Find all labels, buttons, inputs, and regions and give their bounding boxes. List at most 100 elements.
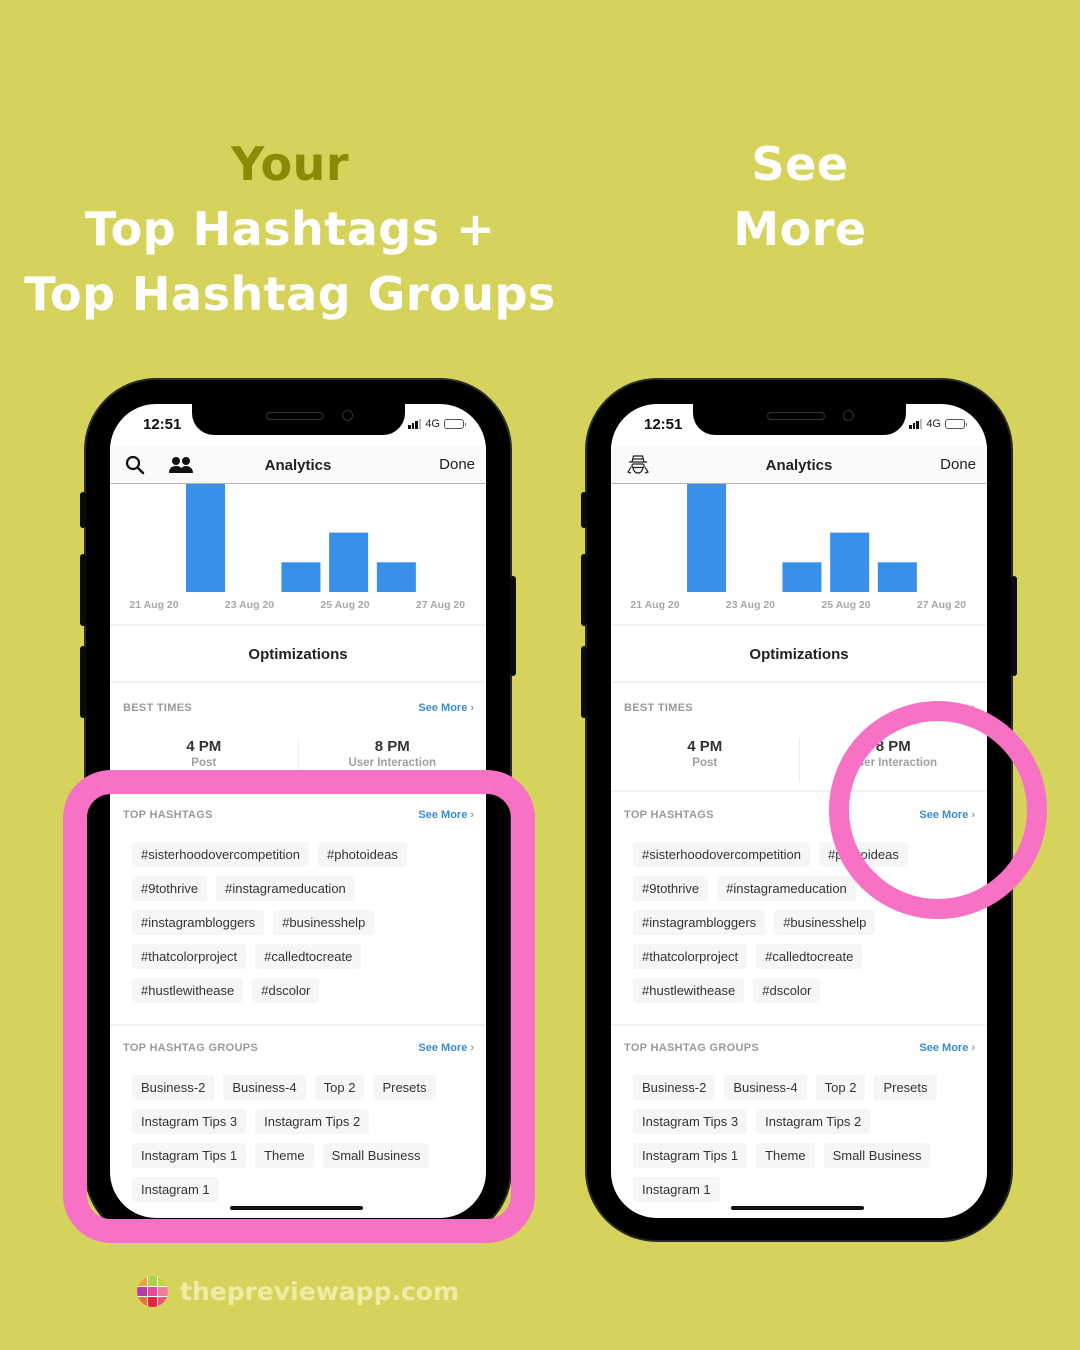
done-button[interactable]: Done — [439, 456, 475, 473]
chevron-right-icon: › — [470, 702, 474, 714]
headline-see: See — [751, 137, 849, 191]
hashtag-group-chip[interactable]: Theme — [756, 1143, 815, 1168]
interaction-label: User Interaction — [348, 757, 437, 769]
chart-bar — [281, 562, 321, 592]
hashtag-chip[interactable]: #instagrambloggers — [633, 910, 766, 935]
hashtag-chip[interactable]: #dscolor — [753, 978, 821, 1003]
done-button[interactable]: Done — [940, 456, 976, 473]
nav-title: Analytics — [765, 457, 833, 474]
hashtag-group-chip[interactable]: Instagram Tips 1 — [633, 1143, 748, 1168]
chart-svg: 21 Aug 20 23 Aug 20 25 Aug 20 27 Aug 20 — [630, 484, 966, 611]
hashtag-chip[interactable]: #calledtocreate — [756, 944, 863, 969]
front-camera — [843, 410, 854, 421]
hashtag-group-chip[interactable]: Small Business — [823, 1143, 931, 1168]
chart-bar — [329, 532, 369, 592]
x-tick-label: 23 Aug 20 — [225, 599, 274, 611]
preview-app-logo-icon — [137, 1276, 168, 1307]
post-time: 4 PM — [687, 738, 723, 755]
top-groups-header: TOP HASHTAG GROUPS See More › — [624, 1042, 975, 1054]
top-groups-see-more[interactable]: See More › — [919, 1042, 975, 1054]
hashtag-chip[interactable]: #9tothrive — [633, 876, 709, 901]
nav-bar: Analytics Done — [611, 446, 987, 484]
divider — [611, 1024, 987, 1026]
speaker — [266, 412, 324, 420]
headline-more: More — [733, 202, 867, 256]
chart-svg: 21 Aug 20 23 Aug 20 25 Aug 20 27 Aug 20 — [129, 484, 465, 611]
headline-top-hashtags: Top Hashtags + — [84, 202, 496, 256]
signal-icon — [909, 419, 923, 429]
post-time: 4 PM — [186, 738, 222, 755]
signal-icon — [408, 419, 422, 429]
chart-bar — [877, 562, 917, 592]
chart-bar — [376, 562, 416, 592]
interaction-time: 8 PM — [374, 738, 410, 755]
optimizations-title: Optimizations — [611, 628, 987, 683]
hashtag-chip[interactable]: #sisterhoodovercompetition — [633, 842, 810, 867]
post-label: Post — [191, 757, 217, 769]
hashtag-group-chip[interactable]: Instagram Tips 3 — [633, 1109, 748, 1134]
x-tick-label: 25 Aug 20 — [320, 599, 369, 611]
headline-right: See More — [600, 132, 1000, 262]
notch — [192, 404, 405, 435]
hashtag-group-list: Business-2 Business-4 Top 2 Presets Instagra… — [633, 1075, 973, 1202]
best-times-label: BEST TIMES — [123, 702, 193, 714]
x-tick-label: 21 Aug 20 — [129, 599, 178, 611]
volume-down-button — [80, 646, 86, 718]
see-more-label: See More — [418, 702, 468, 714]
best-times-label: BEST TIMES — [624, 702, 694, 714]
best-time-post: 4 PM Post — [611, 738, 799, 782]
footer: thepreviewapp.com — [137, 1276, 459, 1307]
hashtag-group-chip[interactable]: Business-2 — [633, 1075, 716, 1100]
volume-up-button — [581, 554, 587, 626]
chart-bar — [186, 484, 226, 592]
hashtag-group-chip[interactable]: Business-4 — [724, 1075, 807, 1100]
hashtag-chip[interactable]: #instagrameducation — [717, 876, 856, 901]
hashtag-group-chip[interactable]: Top 2 — [815, 1075, 866, 1100]
hashtag-chip[interactable]: #thatcolorproject — [633, 944, 748, 969]
chart-bar — [782, 562, 822, 592]
headline-left: Your Top Hashtags + Top Hashtag Groups — [20, 132, 560, 327]
mute-switch — [80, 492, 86, 528]
footer-site-link[interactable]: thepreviewapp.com — [180, 1277, 459, 1306]
hashtag-group-chip[interactable]: Instagram 1 — [633, 1177, 720, 1202]
network-label: 4G — [926, 418, 941, 430]
speaker — [767, 412, 825, 420]
see-more-label: See More — [919, 1042, 969, 1054]
best-times-see-more[interactable]: See More › — [418, 702, 474, 714]
analytics-chart: 21 Aug 20 23 Aug 20 25 Aug 20 27 Aug 20 — [611, 484, 987, 626]
highlight-rectangle — [63, 770, 535, 1243]
notch — [693, 404, 906, 435]
analytics-chart: 21 Aug 20 23 Aug 20 25 Aug 20 27 Aug 20 — [110, 484, 486, 626]
chart-bar — [687, 484, 727, 592]
headline-top-groups: Top Hashtag Groups — [24, 267, 556, 321]
x-tick-label: 27 Aug 20 — [917, 599, 966, 611]
front-camera — [342, 410, 353, 421]
chart-bar — [830, 532, 870, 592]
x-tick-label: 23 Aug 20 — [726, 599, 775, 611]
nav-bar: Analytics Done — [110, 446, 486, 484]
hashtag-group-chip[interactable]: Instagram Tips 2 — [756, 1109, 871, 1134]
nav-title: Analytics — [264, 457, 332, 474]
chevron-right-icon: › — [971, 1042, 975, 1054]
hashtag-group-chip[interactable]: Presets — [874, 1075, 937, 1100]
top-hashtags-label: TOP HASHTAGS — [624, 809, 714, 821]
volume-up-button — [80, 554, 86, 626]
volume-down-button — [581, 646, 587, 718]
x-tick-label: 27 Aug 20 — [416, 599, 465, 611]
hashtag-chip[interactable]: #businesshelp — [774, 910, 876, 935]
home-indicator[interactable] — [731, 1206, 864, 1210]
x-tick-label: 25 Aug 20 — [821, 599, 870, 611]
battery-icon — [945, 419, 967, 429]
status-time: 12:51 — [644, 416, 683, 433]
top-groups-label: TOP HASHTAG GROUPS — [624, 1042, 759, 1054]
status-time: 12:51 — [143, 416, 182, 433]
power-button — [510, 576, 516, 676]
optimizations-title: Optimizations — [110, 628, 486, 683]
network-label: 4G — [425, 418, 440, 430]
hashtag-chip[interactable]: #hustlewithease — [633, 978, 745, 1003]
best-times-header: BEST TIMES See More › — [123, 702, 474, 714]
battery-icon — [444, 419, 466, 429]
highlight-circle — [829, 701, 1047, 919]
power-button — [1011, 576, 1017, 676]
x-tick-label: 21 Aug 20 — [630, 599, 679, 611]
